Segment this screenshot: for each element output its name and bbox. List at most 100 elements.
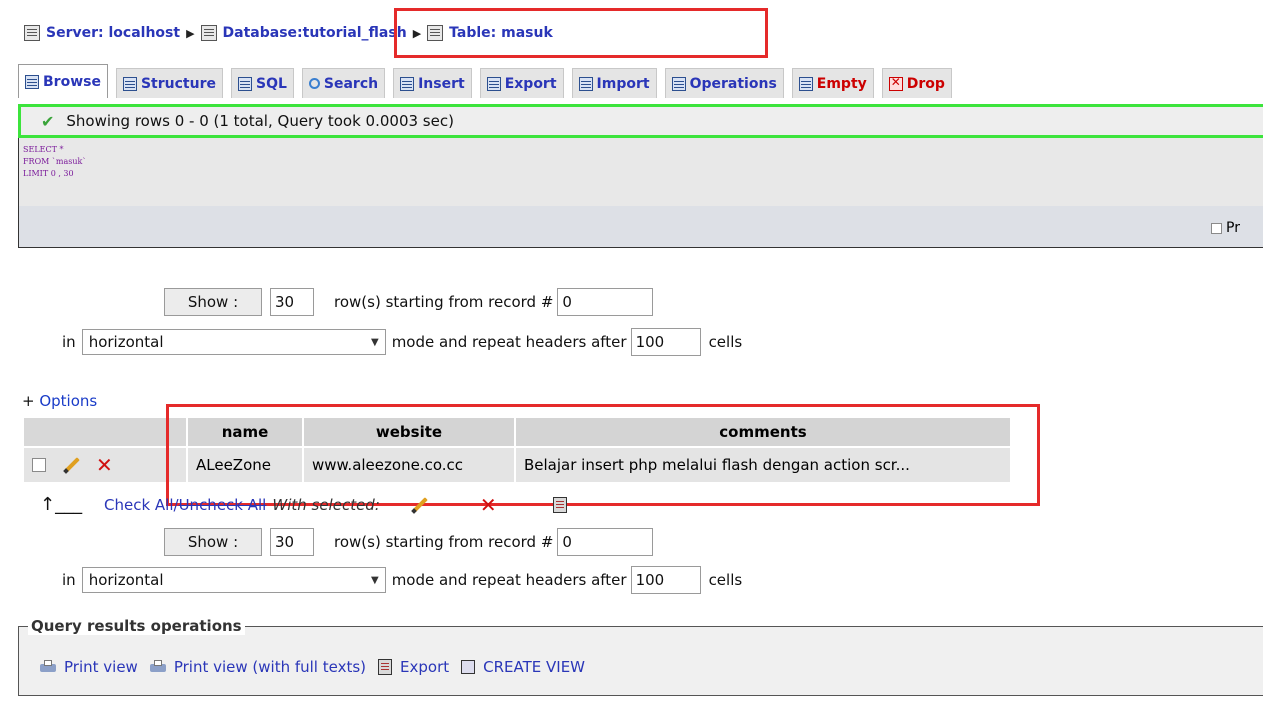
starting-label: row(s) starting from record # [334,293,554,311]
options-toggle[interactable]: + Options [22,392,97,410]
tab-label: SQL [255,75,287,92]
checkmark-icon: ✔ [41,111,55,131]
repeat-headers-input-bottom[interactable]: 100 [630,566,701,594]
sql-icon [237,76,252,91]
browse-icon [25,74,39,89]
search-icon [308,78,320,89]
highlight-box-breadcrumb [394,8,768,58]
nav-form-top-row2: in horizontal ▼ mode and repeat headers … [62,328,742,356]
operations-icon [671,76,686,91]
bulk-export-icon[interactable] [552,496,567,513]
drop-icon [888,75,903,91]
highlight-box-table [166,404,1040,506]
sql-query-text: SELECT * FROM `masuk` LIMIT 0 , 30 [23,144,86,180]
export-icon [378,659,393,675]
tab-insert[interactable]: Insert [393,68,472,98]
tab-label: Export [504,75,557,92]
options-label: Options [39,392,98,410]
sql-line: LIMIT 0 , 30 [23,169,74,178]
bulk-actions: ↑___ Check All / Uncheck All With select… [40,494,567,515]
create-view-icon [461,660,476,674]
in-label: in [62,571,76,589]
profiling-option[interactable]: Pr [1211,220,1240,236]
delete-icon[interactable]: ✕ [96,455,113,475]
start-record-input-bottom[interactable]: 0 [557,528,654,556]
nav-form-bottom-row2: in horizontal ▼ mode and repeat headers … [62,566,742,594]
tab-drop[interactable]: Drop [881,68,952,98]
check-all-link[interactable]: Check All [104,496,174,514]
notice-text: Showing rows 0 - 0 (1 total, Query took … [66,112,454,130]
row-actions: ✕ [24,448,186,482]
display-mode-value: horizontal [88,333,164,351]
bulk-delete-icon[interactable]: ✕ [480,495,497,515]
rows-count-input-bottom[interactable]: 30 [270,528,314,556]
tab-structure[interactable]: Structure [115,68,223,98]
breadcrumb-database[interactable]: tutorial_flash [303,25,407,41]
import-icon [578,76,593,91]
tab-label: Insert [418,75,465,92]
in-label: in [62,333,76,351]
profiling-checkbox[interactable] [1211,222,1222,234]
breadcrumb-server[interactable]: Server: localhost [46,25,180,41]
tab-label: Operations [689,75,777,92]
query-results-operations-legend: Query results operations [28,617,245,635]
query-results-operations-links: Print view Print view (with full texts) … [40,658,585,676]
mode-label: mode and repeat headers after [391,333,627,351]
cells-label: cells [708,571,743,589]
rows-count-input[interactable]: 30 [270,288,314,316]
start-record-input[interactable]: 0 [557,288,654,316]
tab-label: Drop [906,75,945,92]
tab-bar: Browse Structure SQL Search Insert Expor… [18,64,960,98]
print-view-link[interactable]: Print view [64,658,138,676]
sql-line: SELECT * [23,145,64,154]
display-mode-select[interactable]: horizontal ▼ [81,329,386,355]
repeat-headers-input[interactable]: 100 [630,328,701,356]
print-view-full-link[interactable]: Print view (with full texts) [174,658,366,676]
tab-label: Browse [43,73,101,90]
create-view-link[interactable]: CREATE VIEW [483,658,585,676]
breadcrumb-separator-icon: ▶ [186,26,195,40]
success-notice: ✔ Showing rows 0 - 0 (1 total, Query too… [18,104,1263,138]
nav-form-top-row1: Show : 30 row(s) starting from record # … [164,288,654,316]
show-button-bottom[interactable]: Show : [164,528,262,556]
tab-label: Search [323,75,379,92]
tab-browse[interactable]: Browse [18,64,108,98]
database-icon [200,25,217,41]
display-mode-select-bottom[interactable]: horizontal ▼ [81,567,386,593]
show-button[interactable]: Show : [164,288,262,316]
export-icon [486,76,501,91]
sql-query-box: SELECT * FROM `masuk` LIMIT 0 , 30 Pr [18,138,1263,248]
uncheck-all-link[interactable]: Uncheck All [179,496,267,514]
sql-line: FROM `masuk` [23,157,87,166]
options-plus: + [22,392,40,410]
tab-operations[interactable]: Operations [664,68,784,98]
actions-header [24,418,186,446]
printer-icon [149,660,166,674]
with-selected-label: With selected: [272,495,380,514]
edit-icon[interactable] [62,456,80,474]
chevron-down-icon: ▼ [370,336,379,348]
mode-label: mode and repeat headers after [391,571,627,589]
tab-label: Import [596,75,650,92]
empty-icon [798,76,813,91]
chevron-down-icon: ▼ [370,574,379,586]
tab-empty[interactable]: Empty [791,68,874,98]
sql-options-bar: Pr [19,206,1263,247]
row-checkbox[interactable] [32,458,46,472]
printer-icon [40,660,56,674]
export-link[interactable]: Export [400,658,449,676]
tab-search[interactable]: Search [301,68,386,98]
breadcrumb-database-label[interactable]: Database: [223,25,303,41]
display-mode-value: horizontal [88,571,164,589]
nav-form-bottom-row1: Show : 30 row(s) starting from record # … [164,528,654,556]
bulk-edit-icon[interactable] [410,496,428,514]
profiling-label: Pr [1226,220,1240,236]
starting-label: row(s) starting from record # [334,533,554,551]
tab-sql[interactable]: SQL [230,68,294,98]
arrow-up-corner-icon: ↑___ [40,494,83,515]
tab-export[interactable]: Export [479,68,564,98]
tab-import[interactable]: Import [571,68,657,98]
tab-label: Structure [140,75,216,92]
insert-icon [400,76,415,91]
cells-label: cells [708,333,743,351]
